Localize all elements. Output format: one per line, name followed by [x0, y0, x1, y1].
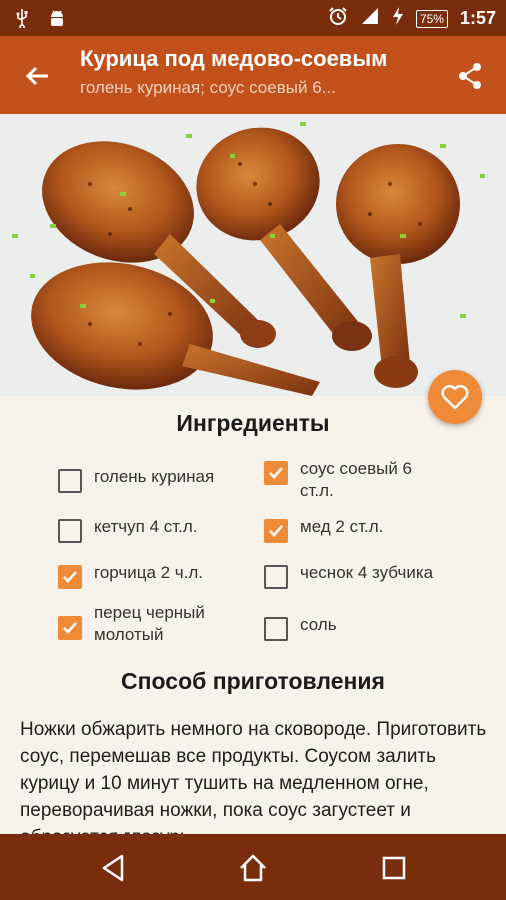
square-recents-icon: [382, 856, 406, 880]
check-icon: [63, 622, 77, 634]
ingredient-item[interactable]: соус соевый 6 ст.л.: [264, 458, 450, 502]
recipe-photo: [0, 114, 506, 396]
app-toolbar: Курица под медово-соевым голень куриная;…: [0, 36, 506, 114]
checkbox-checked[interactable]: [58, 616, 82, 640]
ingredient-label: кетчуп 4 ст.л.: [94, 517, 198, 536]
usb-icon: [14, 8, 30, 33]
ingredient-label: чеснок 4 зубчика: [300, 563, 434, 582]
signal-icon: [360, 6, 380, 31]
ingredients-heading: Ингредиенты: [176, 410, 330, 436]
recipe-title: Курица под медово-соевым: [80, 46, 388, 71]
clock: 1:57: [459, 8, 496, 28]
arrow-back-icon: [25, 66, 48, 86]
ingredient-item[interactable]: мед 2 ст.л.: [264, 516, 450, 543]
ingredient-item[interactable]: чеснок 4 зубчика: [264, 562, 450, 589]
nav-recents-button[interactable]: [378, 852, 410, 884]
check-icon: [269, 525, 283, 537]
ingredient-item[interactable]: голень куриная: [58, 466, 244, 493]
alarm-icon: [328, 6, 348, 31]
checkbox-checked[interactable]: [58, 565, 82, 589]
back-button[interactable]: [22, 60, 54, 92]
ingredient-item[interactable]: перец черный молотый: [58, 602, 244, 646]
nav-home-button[interactable]: [237, 852, 269, 884]
checkbox-checked[interactable]: [264, 461, 288, 485]
ingredient-item[interactable]: кетчуп 4 ст.л.: [58, 516, 244, 543]
share-button[interactable]: [454, 60, 486, 92]
ingredient-label: горчица 2 ч.л.: [94, 563, 204, 582]
ingredient-label: голень куриная: [94, 467, 215, 486]
home-icon: [240, 854, 266, 882]
checkbox-unchecked[interactable]: [264, 565, 288, 589]
checkbox-unchecked[interactable]: [264, 617, 288, 641]
battery-level: 75%: [415, 9, 448, 28]
charging-icon: [392, 6, 404, 31]
recipe-subtitle: голень куриная; соус соевый 6...: [80, 78, 336, 97]
nav-back-button[interactable]: [98, 852, 130, 884]
share-icon: [459, 63, 481, 89]
check-icon: [63, 571, 77, 583]
ingredient-label: соус соевый 6 ст.л.: [300, 459, 413, 500]
ingredient-item[interactable]: горчица 2 ч.л.: [58, 562, 244, 589]
ingredient-label: соль: [300, 615, 337, 634]
system-nav-bar: [0, 834, 506, 900]
android-icon: [48, 8, 66, 33]
recipe-content: Ингредиенты голень куриная соус соевый 6…: [0, 396, 506, 834]
ingredient-item[interactable]: соль: [264, 614, 450, 641]
checkbox-unchecked[interactable]: [58, 519, 82, 543]
check-icon: [269, 467, 283, 479]
ingredient-label: перец черный молотый: [94, 603, 205, 644]
method-text: Ножки обжарить немного на сковороде. При…: [20, 719, 487, 834]
status-bar: 75% 1:57: [0, 0, 506, 36]
method-heading: Способ приготовления: [121, 668, 385, 694]
checkbox-checked[interactable]: [264, 519, 288, 543]
ingredient-label: мед 2 ст.л.: [300, 517, 384, 536]
checkbox-unchecked[interactable]: [58, 469, 82, 493]
triangle-back-icon: [102, 854, 124, 882]
